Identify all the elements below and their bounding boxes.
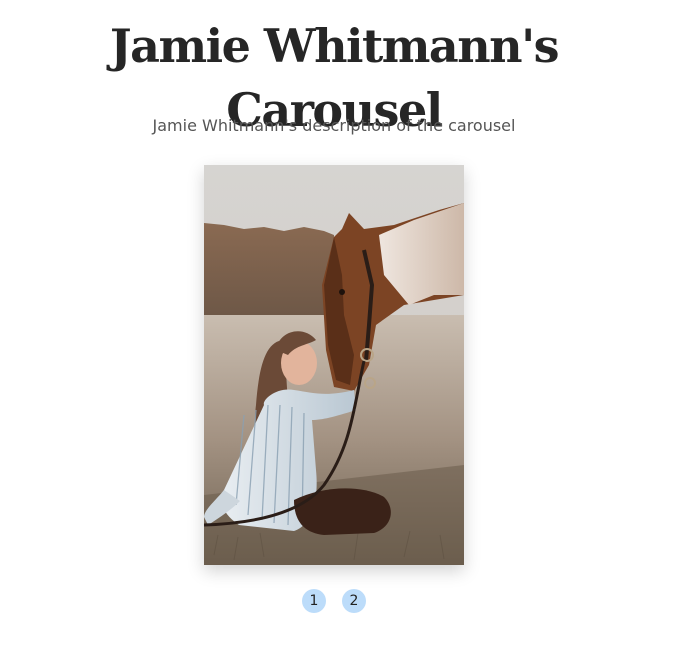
carousel-description: Jamie Whitmann's description of the caro… xyxy=(152,116,516,135)
carousel-slide-image[interactable] xyxy=(204,165,464,565)
carousel-page-2-button[interactable]: 2 xyxy=(342,589,366,613)
woman-and-horse-photo xyxy=(204,165,464,565)
carousel-page-1-button[interactable]: 1 xyxy=(302,589,326,613)
carousel-pagination: 1 2 xyxy=(0,589,668,613)
